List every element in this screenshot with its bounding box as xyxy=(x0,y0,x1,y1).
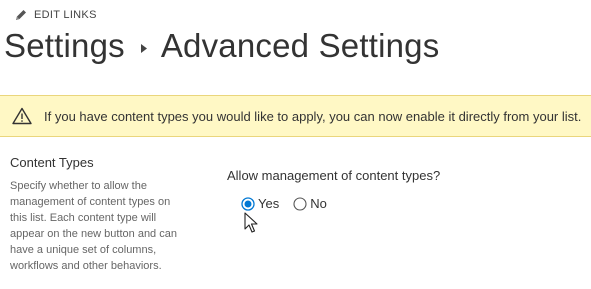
content-types-radio-group: Yes No xyxy=(241,196,341,211)
edit-links-button[interactable]: EDIT LINKS xyxy=(14,8,97,22)
section-description: Specify whether to allow the management … xyxy=(10,180,177,272)
page-title: Settings Advanced Settings xyxy=(4,27,439,65)
radio-label-no[interactable]: No xyxy=(310,196,327,211)
radio-button-unselected[interactable] xyxy=(293,196,307,211)
pencil-icon xyxy=(16,10,26,20)
radio-option-no[interactable]: No xyxy=(293,196,327,211)
section-title: Content Types xyxy=(10,155,94,170)
banner-message: If you have content types you would like… xyxy=(44,108,582,124)
breadcrumb-current: Advanced Settings xyxy=(160,27,440,64)
breadcrumb-settings-link[interactable]: Settings xyxy=(4,27,125,65)
warning-icon xyxy=(12,107,32,125)
mouse-cursor-icon xyxy=(244,212,258,233)
edit-links-label: EDIT LINKS xyxy=(34,9,97,21)
info-banner: If you have content types you would like… xyxy=(0,95,591,137)
question-label: Allow management of content types? xyxy=(227,168,441,183)
radio-button-selected[interactable] xyxy=(241,196,255,211)
triangle-right-icon xyxy=(140,43,147,53)
radio-label-yes[interactable]: Yes xyxy=(258,196,279,211)
radio-option-yes[interactable]: Yes xyxy=(241,196,279,211)
